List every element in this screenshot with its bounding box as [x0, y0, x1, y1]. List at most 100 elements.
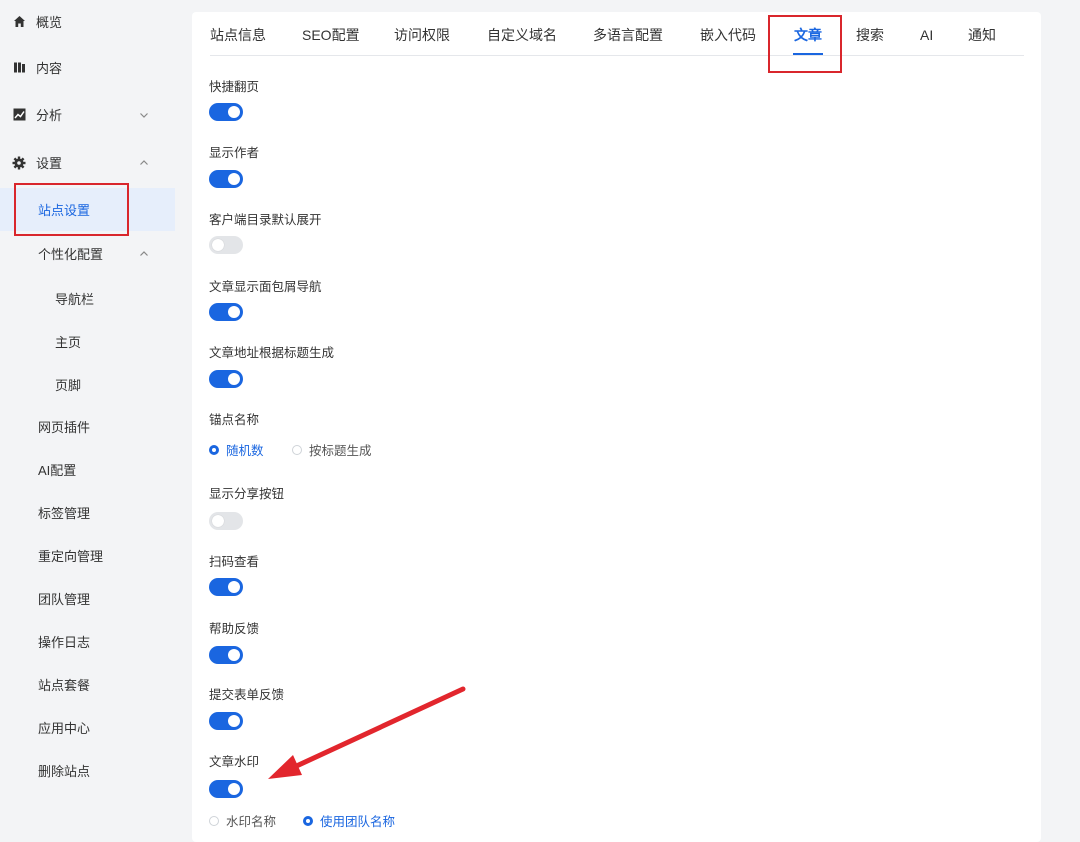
toggle-knob — [212, 239, 224, 251]
anchor-name-radio-group: 随机数 按标题生成 — [209, 440, 509, 458]
sidebar-item-label: 标签管理 — [38, 506, 91, 521]
setting-label: 文章地址根据标题生成 — [209, 346, 335, 360]
breadcrumb-toggle[interactable] — [209, 303, 243, 321]
setting-label: 扫码查看 — [209, 555, 260, 569]
sidebar: 概览 内容 分析 设置 站点设置 个性化配置 导航栏 主页 页脚 网页插件 AI… — [0, 0, 175, 834]
toggle-knob — [228, 373, 240, 385]
tab-seo[interactable]: SEO配置 — [302, 12, 360, 55]
sidebar-item-label: 团队管理 — [38, 592, 91, 607]
tab-notification[interactable]: 通知 — [968, 12, 996, 55]
chevron-up-icon — [140, 159, 148, 165]
sidebar-item-settings[interactable]: 设置 — [0, 141, 175, 184]
tab-ai[interactable]: AI — [920, 12, 933, 55]
sidebar-item-site-settings[interactable]: 站点设置 — [0, 188, 175, 231]
toggle-knob — [228, 649, 240, 661]
tab-embed-code[interactable]: 嵌入代码 — [700, 12, 756, 55]
tab-search[interactable]: 搜索 — [856, 12, 884, 55]
radio-dot — [292, 444, 302, 455]
setting-label: 客户端目录默认展开 — [209, 213, 322, 227]
sidebar-item-app-center[interactable]: 应用中心 — [0, 706, 175, 749]
gear-icon — [12, 156, 26, 170]
chevron-up-icon — [140, 250, 148, 256]
sidebar-item-label: 操作日志 — [38, 635, 91, 650]
sidebar-item-label: 网页插件 — [38, 420, 91, 435]
content-icon — [12, 61, 26, 75]
radio-dot — [209, 815, 219, 826]
sidebar-item-label: 删除站点 — [38, 764, 91, 779]
radio-label: 水印名称 — [226, 815, 277, 829]
radio-by-title[interactable]: 按标题生成 — [292, 440, 372, 459]
sidebar-item-team[interactable]: 团队管理 — [0, 577, 175, 620]
setting-label: 显示作者 — [209, 146, 260, 160]
sidebar-item-tags[interactable]: 标签管理 — [0, 491, 175, 534]
sidebar-item-label: 重定向管理 — [38, 549, 104, 564]
radio-team-name[interactable]: 使用团队名称 — [303, 811, 395, 830]
setting-label: 帮助反馈 — [209, 622, 260, 636]
setting-label: 快捷翻页 — [209, 80, 260, 94]
client-toc-expand-toggle[interactable] — [209, 236, 243, 254]
radio-dot — [303, 815, 313, 826]
sidebar-item-web-plugins[interactable]: 网页插件 — [0, 405, 175, 448]
sidebar-item-label: 页脚 — [55, 378, 82, 393]
toggle-knob — [212, 515, 224, 527]
sidebar-item-label: 个性化配置 — [38, 247, 104, 262]
sidebar-item-label: 分析 — [36, 108, 63, 123]
setting-label: 提交表单反馈 — [209, 688, 285, 702]
tab-custom-domain[interactable]: 自定义域名 — [487, 12, 557, 55]
sidebar-item-label: 导航栏 — [55, 292, 95, 307]
form-feedback-toggle[interactable] — [209, 712, 243, 730]
sidebar-item-analysis[interactable]: 分析 — [0, 93, 175, 136]
sidebar-item-ai-config[interactable]: AI配置 — [0, 448, 175, 491]
sidebar-item-label: 站点设置 — [38, 203, 91, 218]
toggle-knob — [228, 715, 240, 727]
toggle-knob — [228, 106, 240, 118]
sidebar-item-navbar[interactable]: 导航栏 — [0, 277, 175, 320]
toggle-knob — [228, 173, 240, 185]
setting-label: 文章显示面包屑导航 — [209, 280, 322, 294]
sidebar-item-label: AI配置 — [38, 463, 77, 478]
sidebar-item-label: 站点套餐 — [38, 678, 91, 693]
tab-article[interactable]: 文章 — [794, 12, 822, 55]
tab-site-info[interactable]: 站点信息 — [210, 12, 266, 55]
sidebar-item-plan[interactable]: 站点套餐 — [0, 663, 175, 706]
radio-dot — [209, 444, 219, 455]
tab-bar: 站点信息 SEO配置 访问权限 自定义域名 多语言配置 嵌入代码 文章 搜索 A… — [210, 12, 1024, 56]
show-author-toggle[interactable] — [209, 170, 243, 188]
tab-access[interactable]: 访问权限 — [394, 12, 450, 55]
setting-label: 锚点名称 — [209, 413, 260, 427]
sidebar-item-label: 主页 — [55, 335, 82, 350]
radio-label: 随机数 — [226, 444, 264, 458]
chevron-down-icon — [140, 112, 148, 118]
scan-qr-toggle[interactable] — [209, 578, 243, 596]
sidebar-item-delete-site[interactable]: 删除站点 — [0, 749, 175, 792]
sidebar-item-label: 应用中心 — [38, 721, 91, 736]
setting-label: 文章水印 — [209, 755, 260, 769]
sidebar-item-footer[interactable]: 页脚 — [0, 363, 175, 406]
toggle-knob — [228, 783, 240, 795]
setting-label: 显示分享按钮 — [209, 487, 285, 501]
watermark-toggle[interactable] — [209, 780, 243, 798]
radio-random[interactable]: 随机数 — [209, 440, 264, 459]
sidebar-item-overview[interactable]: 概览 — [0, 0, 175, 43]
radio-label: 使用团队名称 — [320, 815, 396, 829]
help-feedback-toggle[interactable] — [209, 646, 243, 664]
radio-watermark-name[interactable]: 水印名称 — [209, 811, 276, 830]
chart-icon — [12, 108, 26, 122]
sidebar-item-content[interactable]: 内容 — [0, 46, 175, 89]
sidebar-item-label: 设置 — [36, 156, 63, 171]
sidebar-item-personalization[interactable]: 个性化配置 — [0, 232, 175, 275]
sidebar-item-logs[interactable]: 操作日志 — [0, 620, 175, 663]
tab-multilingual[interactable]: 多语言配置 — [593, 12, 663, 55]
watermark-radio-group: 水印名称 使用团队名称 — [209, 811, 509, 829]
share-button-toggle[interactable] — [209, 512, 243, 530]
slug-from-title-toggle[interactable] — [209, 370, 243, 388]
sidebar-item-label: 内容 — [36, 61, 63, 76]
radio-label: 按标题生成 — [309, 444, 372, 458]
sidebar-item-redirects[interactable]: 重定向管理 — [0, 534, 175, 577]
sidebar-item-homepage[interactable]: 主页 — [0, 320, 175, 363]
sidebar-item-label: 概览 — [36, 15, 63, 30]
home-icon — [12, 15, 26, 29]
toggle-knob — [228, 306, 240, 318]
active-tab-indicator — [793, 53, 823, 55]
quick-page-toggle[interactable] — [209, 103, 243, 121]
